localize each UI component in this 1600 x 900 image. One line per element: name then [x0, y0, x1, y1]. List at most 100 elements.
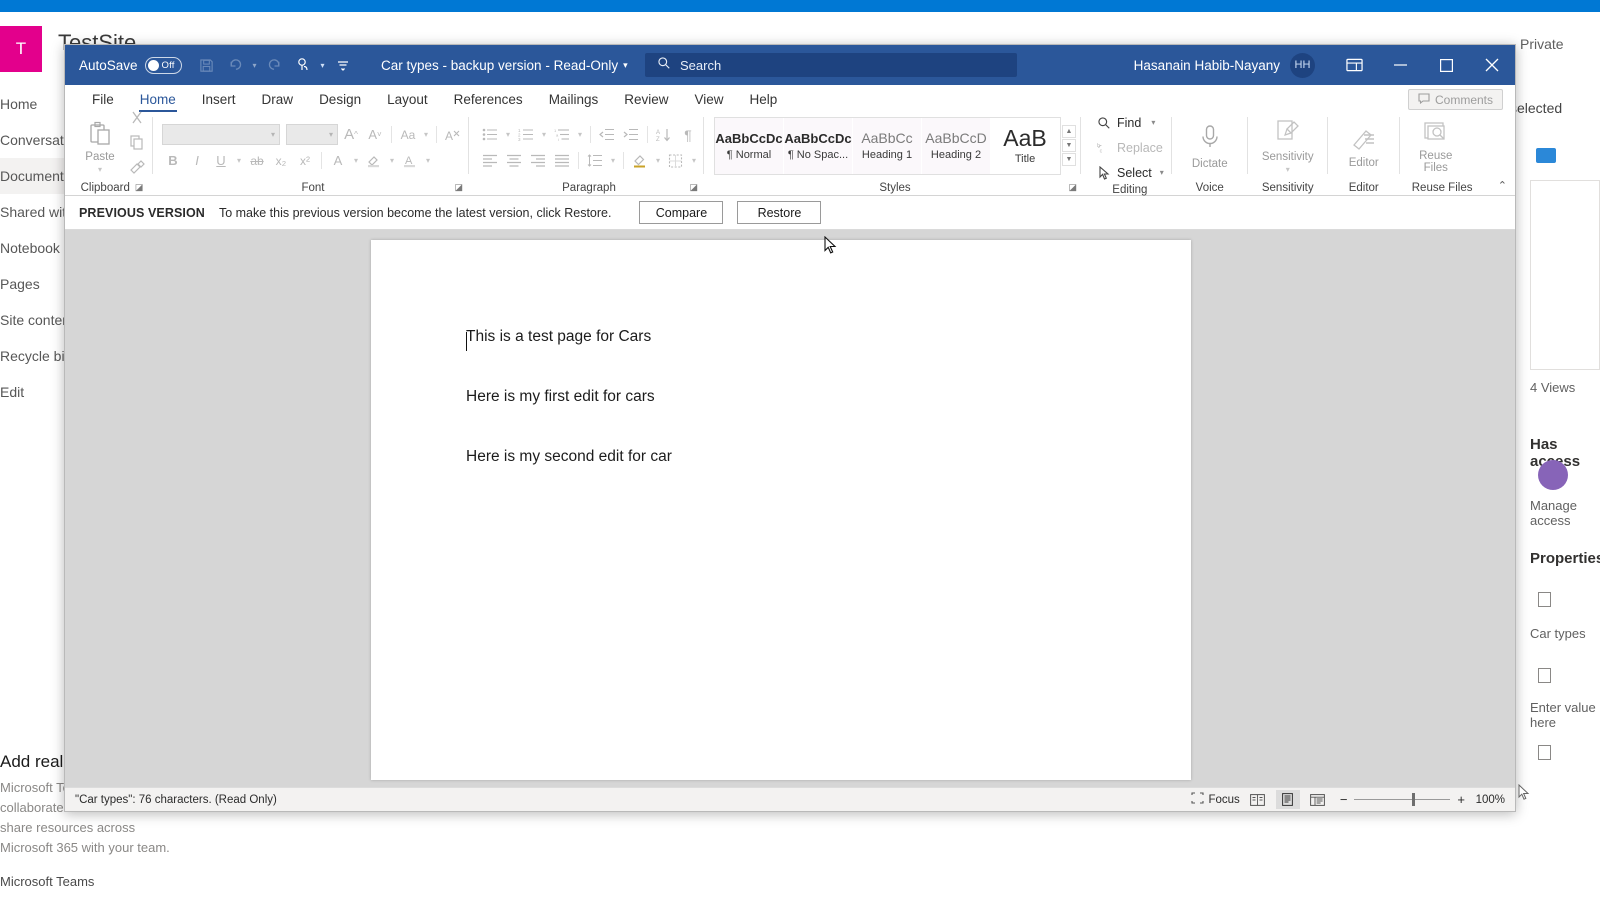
- borders-icon[interactable]: [665, 150, 687, 171]
- replace-button[interactable]: bc Replace: [1093, 137, 1167, 158]
- strikethrough-icon[interactable]: ab: [246, 150, 268, 171]
- underline-dropdown-icon[interactable]: ▾: [234, 156, 244, 165]
- font-name-input[interactable]: ▾: [162, 124, 280, 145]
- collapse-ribbon-icon[interactable]: ⌃: [1498, 179, 1507, 192]
- minimize-button[interactable]: [1377, 45, 1423, 85]
- line-spacing-dropdown-icon[interactable]: ▾: [608, 156, 618, 165]
- tab-references[interactable]: References: [441, 92, 536, 112]
- quick-access-toolbar[interactable]: ▾ ▾: [194, 52, 356, 78]
- numbering-icon[interactable]: 123: [515, 124, 537, 145]
- redo-icon[interactable]: [262, 52, 288, 78]
- style-heading-2[interactable]: AaBbCcD Heading 2: [922, 117, 991, 174]
- editor-button[interactable]: Editor: [1340, 123, 1388, 169]
- zoom-in-button[interactable]: +: [1457, 792, 1465, 807]
- change-case-dropdown-icon[interactable]: ▾: [421, 130, 431, 139]
- align-center-icon[interactable]: [503, 150, 525, 171]
- styles-dialog-launcher-icon[interactable]: ◪: [1068, 182, 1077, 193]
- style-no-spacing[interactable]: AaBbCcDc ¶ No Spac...: [784, 117, 853, 174]
- document-line[interactable]: This is a test page for Cars: [466, 328, 651, 346]
- maximize-button[interactable]: [1423, 45, 1469, 85]
- text-effects-dropdown-icon[interactable]: ▾: [351, 156, 361, 165]
- account-name[interactable]: Hasanain Habib-Nayany: [1134, 58, 1280, 73]
- style-heading-1[interactable]: AaBbCc Heading 1: [853, 117, 922, 174]
- ribbon-tabs[interactable]: File Home Insert Draw Design Layout Refe…: [65, 85, 1515, 113]
- tab-insert[interactable]: Insert: [189, 92, 249, 112]
- copy-icon[interactable]: [126, 132, 148, 153]
- paste-dropdown-icon[interactable]: ▾: [95, 165, 105, 174]
- document-line[interactable]: Here is my second edit for car: [466, 448, 672, 466]
- sensitivity-button[interactable]: Sensitivity ▾: [1257, 117, 1319, 174]
- multilevel-list-icon[interactable]: 1ai: [551, 124, 573, 145]
- document-title[interactable]: Car types - backup version - Read-Only ▾: [381, 58, 628, 73]
- subscript-icon[interactable]: x₂: [270, 150, 292, 171]
- focus-button[interactable]: Focus: [1191, 792, 1240, 807]
- sensitivity-dropdown-icon[interactable]: ▾: [1283, 165, 1293, 174]
- increase-indent-icon[interactable]: [620, 124, 642, 145]
- document-title-dropdown-icon[interactable]: ▾: [623, 60, 628, 71]
- document-canvas[interactable]: This is a test page for Cars Here is my …: [65, 230, 1515, 787]
- styles-scroll-up-icon[interactable]: ▲: [1062, 125, 1076, 138]
- font-color-dropdown-icon[interactable]: ▾: [423, 156, 433, 165]
- cut-icon[interactable]: [126, 108, 148, 129]
- reuse-files-button[interactable]: Reuse Files: [1412, 118, 1460, 174]
- avatar[interactable]: HH: [1290, 52, 1315, 78]
- shading-dropdown-icon[interactable]: ▾: [653, 156, 663, 165]
- select-button[interactable]: Select ▾: [1093, 162, 1167, 183]
- borders-dropdown-icon[interactable]: ▾: [689, 156, 699, 165]
- find-button[interactable]: Find ▾: [1093, 112, 1167, 133]
- multilevel-list-dropdown-icon[interactable]: ▾: [575, 130, 585, 139]
- tab-view[interactable]: View: [681, 92, 736, 112]
- bold-icon[interactable]: B: [162, 150, 184, 171]
- text-highlight-icon[interactable]: [363, 150, 385, 171]
- comments-button[interactable]: Comments: [1407, 89, 1503, 110]
- font-color-icon[interactable]: A: [399, 150, 421, 171]
- line-spacing-icon[interactable]: [584, 150, 606, 171]
- zoom-track[interactable]: [1354, 793, 1451, 806]
- align-right-icon[interactable]: [527, 150, 549, 171]
- italic-icon[interactable]: I: [186, 150, 208, 171]
- save-icon[interactable]: [194, 52, 220, 78]
- tab-layout[interactable]: Layout: [374, 92, 441, 112]
- shading-icon[interactable]: [629, 150, 651, 171]
- decrease-indent-icon[interactable]: [596, 124, 618, 145]
- touch-mode-dropdown-icon[interactable]: ▾: [318, 61, 328, 70]
- tab-help[interactable]: Help: [737, 92, 791, 112]
- zoom-out-button[interactable]: −: [1340, 792, 1348, 807]
- paragraph-dialog-launcher-icon[interactable]: ◪: [689, 182, 698, 193]
- select-dropdown-icon[interactable]: ▾: [1157, 168, 1167, 177]
- style-normal[interactable]: AaBbCcDc ¶ Normal: [715, 117, 784, 174]
- property-name-value[interactable]: Car types: [1530, 626, 1586, 641]
- change-case-icon[interactable]: Aa: [397, 124, 419, 145]
- undo-icon[interactable]: [222, 52, 248, 78]
- shrink-font-icon[interactable]: A ˅: [364, 124, 386, 145]
- underline-icon[interactable]: U: [210, 150, 232, 171]
- zoom-level[interactable]: 100%: [1471, 794, 1505, 806]
- customize-qat-icon[interactable]: [330, 52, 356, 78]
- edit-pencil-icon[interactable]: [1538, 745, 1551, 760]
- document-page[interactable]: This is a test page for Cars Here is my …: [371, 240, 1191, 780]
- tab-design[interactable]: Design: [306, 92, 374, 112]
- align-left-icon[interactable]: [479, 150, 501, 171]
- print-layout-icon[interactable]: [1275, 790, 1300, 809]
- autosave-toggle[interactable]: Off: [144, 56, 182, 74]
- tab-draw[interactable]: Draw: [249, 92, 307, 112]
- styles-more-icon[interactable]: ▼: [1062, 153, 1076, 166]
- tab-file[interactable]: File: [79, 92, 127, 112]
- ribbon-display-options-icon[interactable]: [1331, 45, 1377, 85]
- bullets-dropdown-icon[interactable]: ▾: [503, 130, 513, 139]
- style-title[interactable]: AaB Title: [991, 117, 1060, 174]
- undo-dropdown-icon[interactable]: ▾: [250, 61, 260, 70]
- styles-gallery[interactable]: AaBbCcDc ¶ Normal AaBbCcDc ¶ No Spac... …: [714, 116, 1061, 175]
- font-dialog-launcher-icon[interactable]: ◪: [454, 182, 463, 193]
- property-title-value[interactable]: Enter value here: [1530, 700, 1600, 730]
- restore-button[interactable]: Restore: [737, 201, 822, 224]
- read-mode-icon[interactable]: [1246, 790, 1270, 809]
- clipboard-dialog-launcher-icon[interactable]: ◪: [135, 182, 144, 193]
- find-dropdown-icon[interactable]: ▾: [1148, 118, 1158, 127]
- sort-icon[interactable]: AZ: [653, 124, 675, 145]
- numbering-dropdown-icon[interactable]: ▾: [539, 130, 549, 139]
- compare-button[interactable]: Compare: [639, 201, 724, 224]
- zoom-knob[interactable]: [1412, 793, 1415, 806]
- bullets-icon[interactable]: [479, 124, 501, 145]
- superscript-icon[interactable]: x²: [294, 150, 316, 171]
